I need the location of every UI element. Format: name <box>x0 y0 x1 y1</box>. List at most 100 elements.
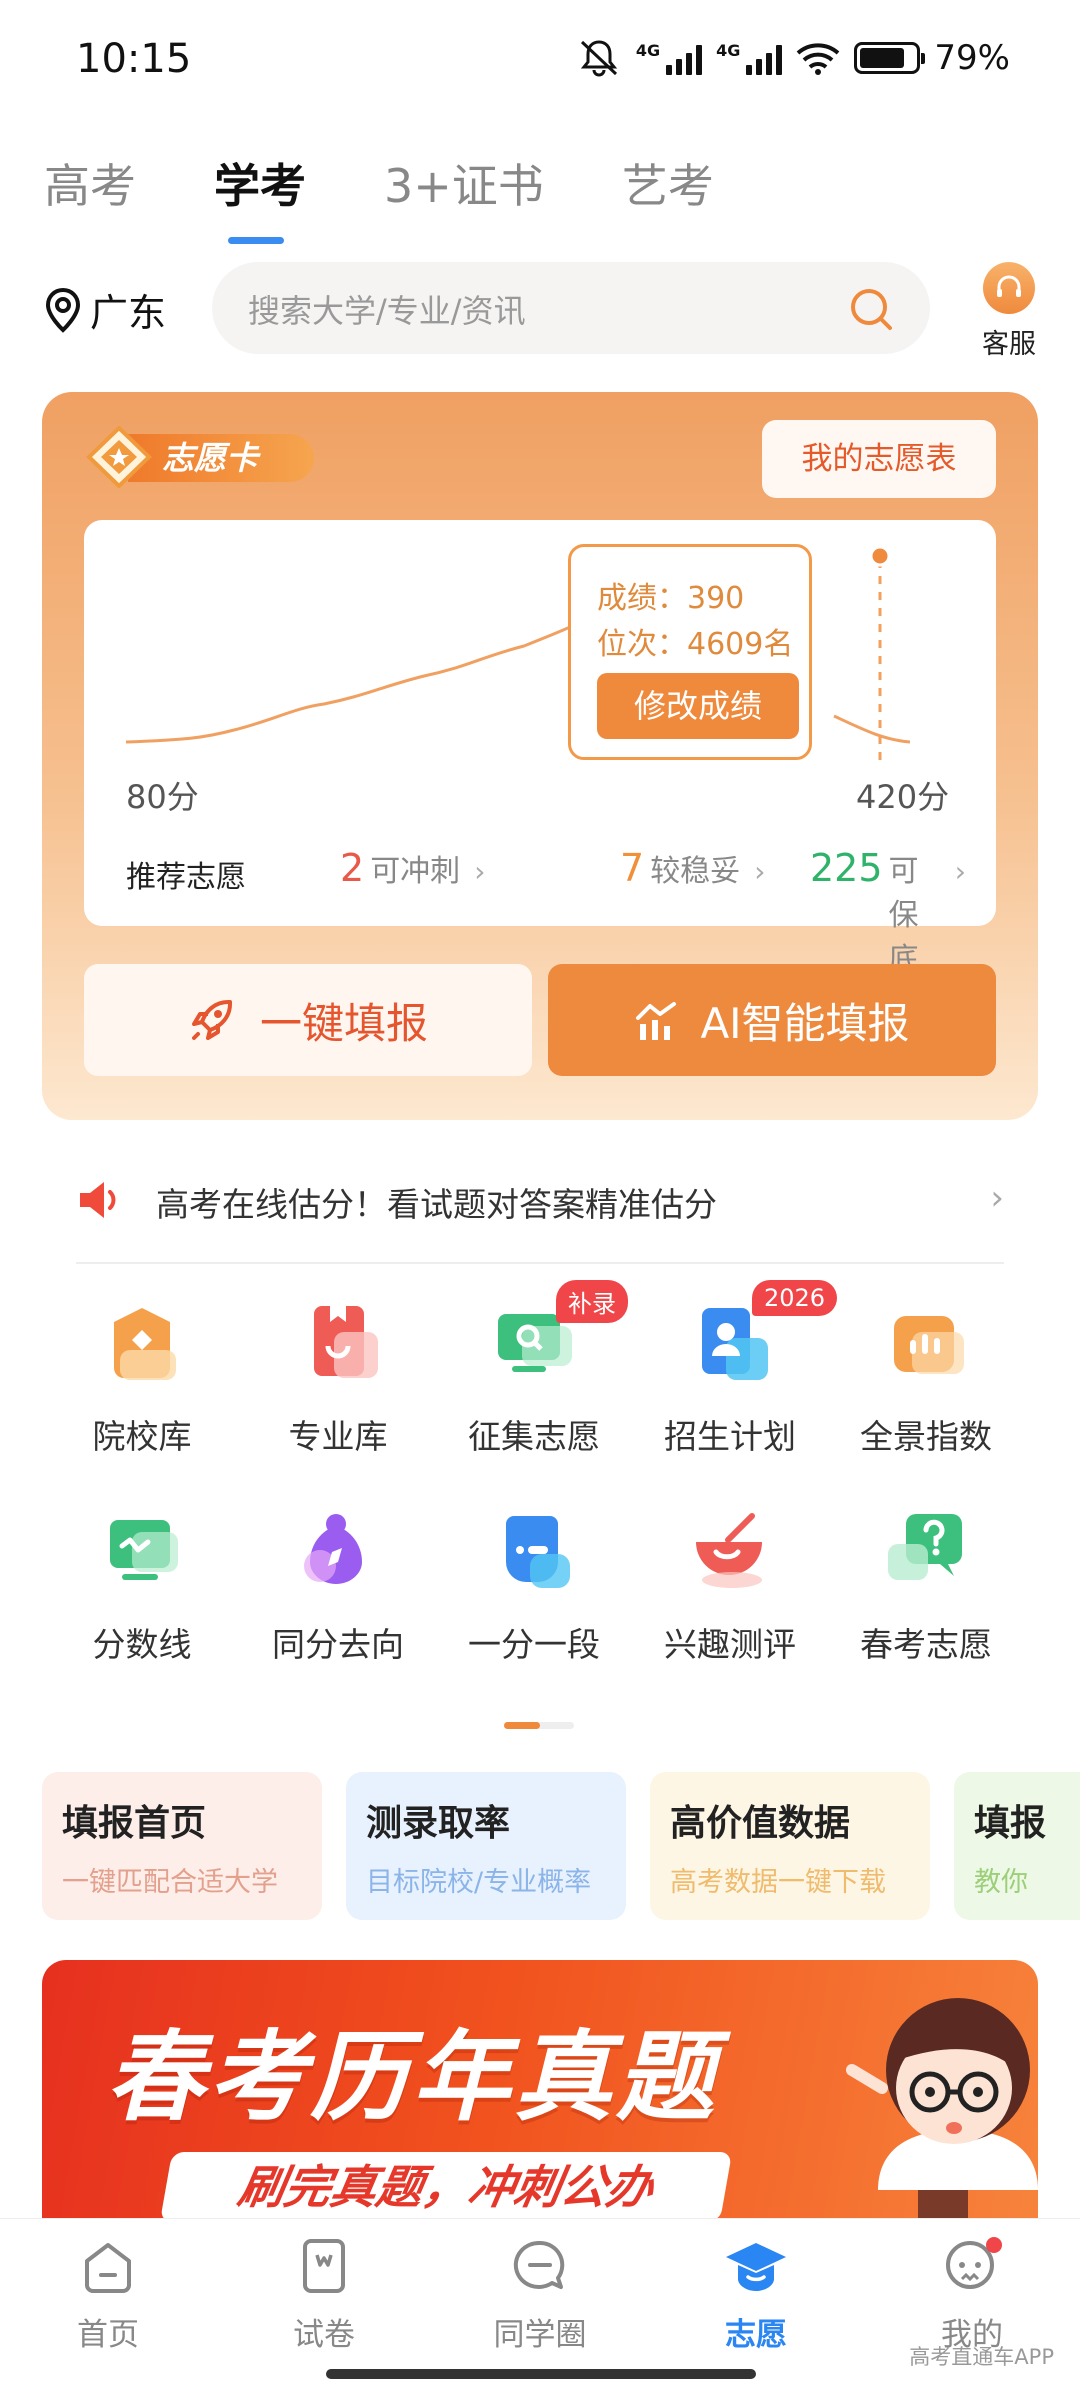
grid-item-schools[interactable]: 院校库 <box>42 1296 242 1458</box>
tab-wish[interactable]: 志愿 <box>686 2237 826 2354</box>
badge-supplementary: 补录 <box>556 1280 628 1323</box>
grid-item-same-score[interactable]: 同分去向 <box>238 1504 438 1666</box>
paper-icon <box>303 2239 345 2293</box>
bar-chart-icon <box>878 1296 974 1392</box>
school-icon <box>94 1296 190 1392</box>
one-click-fill-label: 一键填报 <box>259 998 428 1048</box>
signal-icon: 4G <box>716 41 783 75</box>
quick-cards: 填报首页 一键匹配合适大学 测录取率 目标院校/专业概率 高价值数据 高考数据一… <box>42 1772 1080 1920</box>
recommendation-row: 推荐志愿 2 可冲刺 › 7 较稳妥 › 225 可保底 › <box>126 846 966 977</box>
stat-rush[interactable]: 2 可冲刺 › <box>340 846 485 890</box>
status-bar: 10:15 4G 4G 79% <box>0 0 1080 125</box>
tab-yikao[interactable]: 艺考 <box>622 150 714 216</box>
chevron-right-icon: › <box>990 1178 1004 1218</box>
graduation-cap-icon <box>726 2243 786 2291</box>
divider <box>76 1262 1004 1264</box>
rank-value: 位次：4609名 <box>597 627 794 662</box>
status-icons: 4G 4G 79% <box>576 38 1010 78</box>
stat-safe[interactable]: 225 可保底 › <box>810 846 966 978</box>
tab-gaokao[interactable]: 高考 <box>44 150 136 216</box>
speaker-icon <box>80 1182 116 1218</box>
quick-card-fill-home[interactable]: 填报首页 一键匹配合适大学 <box>42 1772 322 1920</box>
profile-icon <box>946 2237 1002 2289</box>
chevron-right-icon: › <box>474 855 486 888</box>
x-axis-max-label: 420分 <box>856 778 950 816</box>
battery-icon <box>854 42 926 74</box>
stat-stable[interactable]: 7 较稳妥 › <box>620 846 765 890</box>
ai-fill-button[interactable]: AI智能填报 <box>548 964 996 1076</box>
score-tooltip: 成绩：390 位次：4609名 修改成绩 <box>568 544 812 760</box>
rocket-icon <box>191 1000 232 1040</box>
quick-card-admission-rate[interactable]: 测录取率 目标院校/专业概率 <box>346 1772 626 1920</box>
wish-card-badge: 志愿卡 <box>84 426 314 488</box>
tab-xuekao[interactable]: 学考 <box>214 150 306 244</box>
wifi-icon <box>797 43 840 75</box>
tab-papers[interactable]: 试卷 <box>254 2237 394 2354</box>
mute-icon <box>580 40 618 77</box>
location-selector[interactable]: 广东 <box>44 282 166 337</box>
wish-card-badge-label: 志愿卡 <box>128 434 314 482</box>
grid-item-spring-exam[interactable]: 春考志愿 <box>826 1504 1026 1666</box>
promo-banner[interactable]: 春考历年真题 刷完真题，冲刺公办 <box>42 1960 1038 2220</box>
grid-item-majors[interactable]: 专业库 <box>238 1296 438 1458</box>
search-placeholder: 搜索大学/专业/资讯 <box>248 292 526 330</box>
recommend-label: 推荐志愿 <box>126 860 246 895</box>
search-icon[interactable] <box>848 286 894 332</box>
home-icon <box>85 2243 131 2293</box>
customer-service-label: 客服 <box>982 329 1036 360</box>
tab-classmates[interactable]: 同学圈 <box>470 2237 610 2354</box>
bowl-icon <box>682 1504 778 1600</box>
quick-card-data[interactable]: 高价值数据 高考数据一键下载 <box>650 1772 930 1920</box>
line-monitor-icon <box>94 1504 190 1600</box>
search-row: 广东 搜索大学/专业/资讯 客服 <box>44 262 1044 360</box>
x-axis-min-label: 80分 <box>126 778 199 816</box>
grid-item-interest-test[interactable]: 兴趣测评 <box>630 1504 830 1666</box>
ai-chart-icon <box>636 1002 677 1040</box>
battery-level: 79% <box>934 38 1010 78</box>
search-input[interactable]: 搜索大学/专业/资讯 <box>212 262 930 354</box>
person-card-icon: 2026 <box>682 1280 838 1392</box>
notice-text: 高考在线估分！看试题对答案精准估分 <box>156 1185 717 1224</box>
grid-item-panorama[interactable]: 全景指数 <box>826 1296 1026 1458</box>
chevron-right-icon: › <box>754 855 766 888</box>
search-monitor-icon: 补录 <box>486 1280 628 1392</box>
question-chat-icon <box>878 1504 974 1600</box>
banner-subtitle: 刷完真题，冲刺公办 <box>159 2152 733 2220</box>
grid-item-segment[interactable]: 一分一段 <box>434 1504 634 1666</box>
banner-title: 春考历年真题 <box>106 2021 719 2135</box>
tab-profile[interactable]: 我的 <box>902 2237 1042 2354</box>
score-value: 成绩：390 <box>597 581 745 616</box>
segment-icon <box>486 1504 582 1600</box>
grid-item-score-line[interactable]: 分数线 <box>42 1504 242 1666</box>
bottom-tab-bar: 首页 试卷 同学圈 志愿 我的 高考直通车APP <box>0 2218 1080 2400</box>
status-time: 10:15 <box>76 36 192 82</box>
my-wish-form-button[interactable]: 我的志愿表 <box>762 420 996 498</box>
top-tabs: 高考 学考 3+证书 艺考 <box>44 150 792 244</box>
home-indicator[interactable] <box>326 2369 756 2379</box>
book-icon <box>290 1296 386 1392</box>
headset-icon <box>983 262 1035 314</box>
edit-score-button[interactable]: 修改成绩 <box>597 673 799 739</box>
location-pin-icon <box>45 287 81 333</box>
chat-icon <box>513 2240 565 2289</box>
ai-fill-label: AI智能填报 <box>700 998 910 1048</box>
location-label: 广东 <box>90 291 167 335</box>
tab-certificate[interactable]: 3+证书 <box>384 150 544 216</box>
watermark: 高考直通车APP <box>909 2345 1054 2369</box>
badge-year: 2026 <box>752 1280 838 1316</box>
score-chart: 80分 420分 成绩：390 位次：4609名 修改成绩 推荐志愿 2 可冲刺 ›… <box>84 520 996 977</box>
grid-item-supplementary[interactable]: 补录 征集志愿 <box>434 1280 634 1458</box>
wish-card: 志愿卡 我的志愿表 80分 420分 成绩：390 位次：4609名 修改成绩 … <box>42 392 1038 1120</box>
signal-icon: 4G <box>636 41 703 75</box>
chevron-right-icon: › <box>954 855 966 888</box>
one-click-fill-button[interactable]: 一键填报 <box>84 964 532 1076</box>
tab-home[interactable]: 首页 <box>38 2237 178 2354</box>
customer-service-button[interactable]: 客服 <box>974 262 1044 361</box>
star-gem-icon <box>86 426 152 488</box>
student-illustration-icon <box>846 1998 1038 2220</box>
quick-card-guide[interactable]: 填报 教你 <box>954 1772 1080 1920</box>
grid-item-enrollment-plan[interactable]: 2026 招生计划 <box>630 1280 838 1458</box>
direction-icon <box>290 1504 386 1600</box>
notice-bar[interactable]: 高考在线估分！看试题对答案精准估分 › <box>76 1168 1004 1238</box>
grid-page-indicator <box>504 1722 574 1729</box>
